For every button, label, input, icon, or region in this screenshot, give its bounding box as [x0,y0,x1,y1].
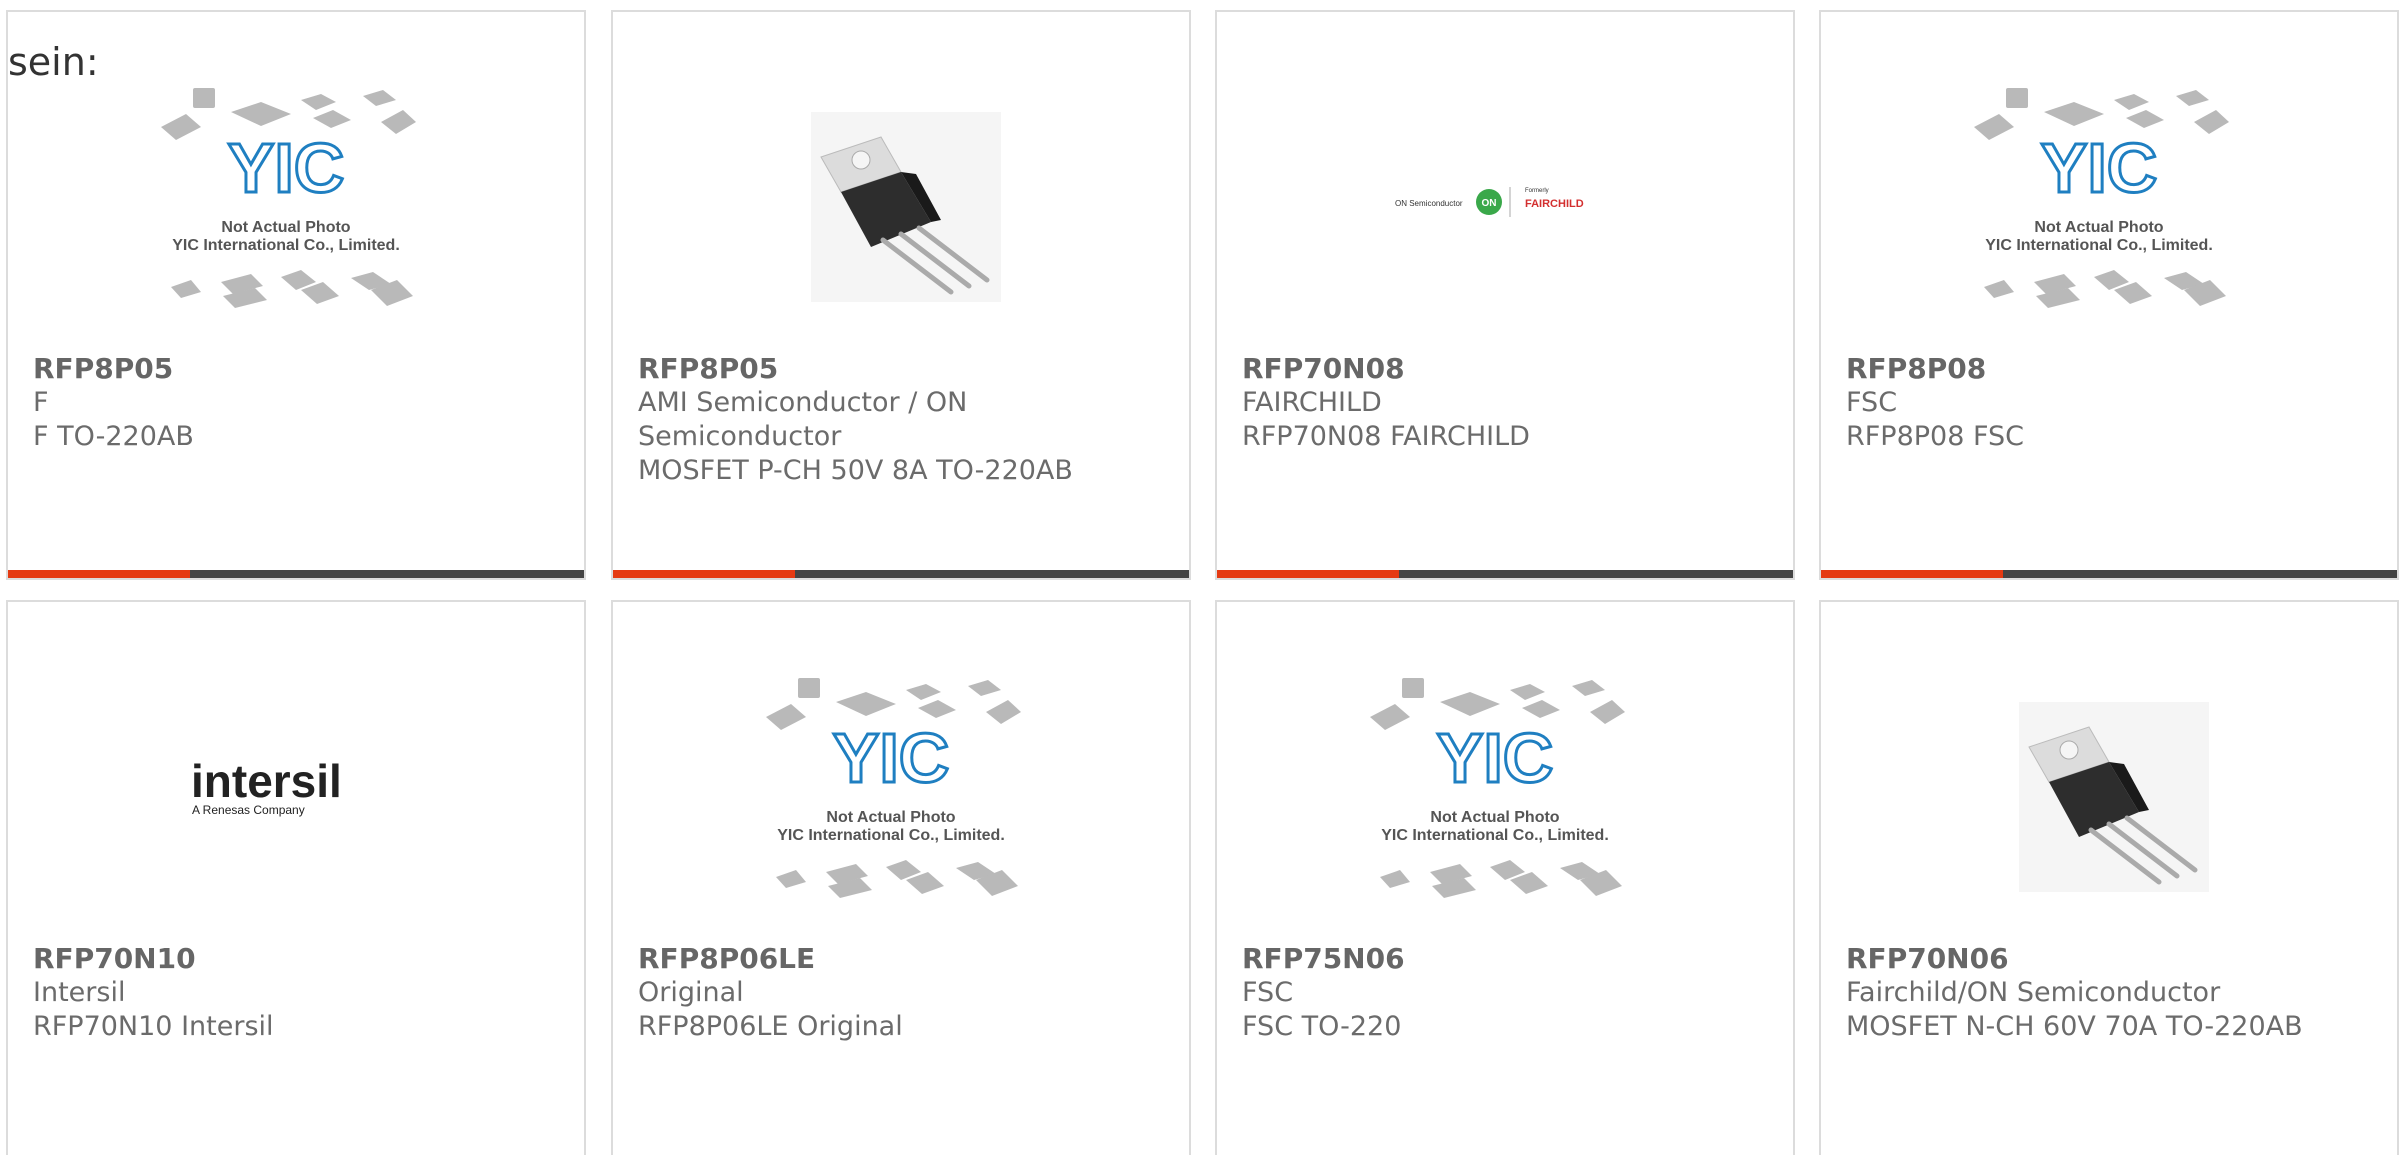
product-image-to220[interactable] [1821,642,2397,942]
svg-text:YIC: YIC [833,719,950,797]
svg-text:YIC: YIC [2041,129,2158,207]
product-card[interactable]: intersil A Renesas Company RFP70N10 Inte… [6,600,586,1155]
part-number[interactable]: RFP8P06LE [638,942,1149,976]
product-card[interactable]: ON Semiconductor ON Formerly FAIRCHILD R… [1215,10,1795,580]
product-card[interactable]: YIC Not Actual Photo YIC International C… [6,10,586,580]
product-card[interactable]: RFP70N06 Fairchild/ON Semiconductor MOSF… [1819,600,2399,1155]
card-bar [8,570,584,578]
product-image-to220[interactable] [613,52,1189,352]
product-image-placeholder[interactable]: YIC Not Actual Photo YIC International C… [8,52,584,352]
svg-text:ON Semiconductor: ON Semiconductor [1395,199,1463,208]
part-number[interactable]: RFP70N08 [1242,352,1753,386]
svg-text:ON: ON [1482,198,1497,209]
product-image-logo[interactable]: intersil A Renesas Company [8,642,584,942]
svg-text:YIC International Co., Limited: YIC International Co., Limited. [172,237,400,254]
brand: Original [638,977,744,1008]
description: FSC TO-220 [1242,1011,1402,1042]
to220-transistor-icon [2019,702,2209,892]
card-bar [1821,570,2397,578]
description: F TO-220AB [33,421,194,452]
product-image-placeholder[interactable]: YIC Not Actual Photo YIC International C… [1217,642,1793,942]
not-actual-photo-icon: YIC Not Actual Photo YIC International C… [161,88,416,308]
card-bar [613,570,1189,578]
not-actual-photo-icon: YIC Not Actual Photo YIC International C… [766,678,1021,898]
product-card[interactable]: RFP8P05 AMI Semiconductor / ON Semicondu… [611,10,1191,580]
description: RFP8P06LE Original [638,1011,903,1042]
card-bar-accent [1821,570,2003,578]
brand: FSC [1846,387,1898,418]
part-number[interactable]: RFP8P05 [638,352,1149,386]
svg-text:YIC International Co., Limited: YIC International Co., Limited. [1381,827,1609,844]
part-number[interactable]: RFP70N10 [33,942,544,976]
product-card[interactable]: YIC Not Actual Photo YIC International C… [1819,10,2399,580]
part-number[interactable]: RFP75N06 [1242,942,1753,976]
svg-text:Not Actual Photo: Not Actual Photo [826,809,955,826]
to220-transistor-icon [811,112,1001,302]
brand: Intersil [33,977,126,1008]
svg-text:YIC: YIC [1437,719,1554,797]
intersil-logo-icon: intersil A Renesas Company [191,755,342,817]
card-bar [1217,570,1793,578]
description: MOSFET P-CH 50V 8A TO-220AB [638,455,1073,486]
svg-text:YIC International Co., Limited: YIC International Co., Limited. [777,827,1005,844]
heading-fragment: sein: [8,40,99,84]
brand: F [33,387,49,418]
part-number[interactable]: RFP8P08 [1846,352,2357,386]
description: RFP8P08 FSC [1846,421,2025,452]
svg-text:A Renesas Company: A Renesas Company [192,803,305,817]
svg-text:YIC International Co., Limited: YIC International Co., Limited. [1985,237,2213,254]
brand: FSC [1242,977,1294,1008]
description: RFP70N10 Intersil [33,1011,274,1042]
card-bar-accent [1217,570,1399,578]
svg-text:FAIRCHILD: FAIRCHILD [1525,198,1584,210]
card-bar-accent [613,570,795,578]
not-actual-photo-icon: YIC Not Actual Photo YIC International C… [1974,88,2229,308]
svg-text:Not Actual Photo: Not Actual Photo [2034,219,2163,236]
brand: FAIRCHILD [1242,387,1382,418]
brand: AMI Semiconductor / ON Semiconductor [638,387,968,452]
product-image-placeholder[interactable]: YIC Not Actual Photo YIC International C… [1821,52,2397,352]
svg-text:Formerly: Formerly [1525,188,1549,194]
yic-brand-text: YIC [228,129,345,207]
product-grid-page: sein: YIC Not Actual Photo YIC Internati… [0,0,2400,1155]
product-card[interactable]: YIC Not Actual Photo YIC International C… [1215,600,1795,1155]
svg-text:intersil: intersil [191,755,342,807]
part-number[interactable]: RFP8P05 [33,352,544,386]
onsemi-fairchild-logo-icon: ON Semiconductor ON Formerly FAIRCHILD [1395,187,1584,217]
not-actual-photo-icon: YIC Not Actual Photo YIC International C… [1370,678,1625,898]
product-image-placeholder[interactable]: YIC Not Actual Photo YIC International C… [613,642,1189,942]
card-bar-accent [8,570,190,578]
part-number[interactable]: RFP70N06 [1846,942,2357,976]
brand: Fairchild/ON Semiconductor [1846,977,2221,1008]
svg-text:Not Actual Photo: Not Actual Photo [1430,809,1559,826]
product-image-logo[interactable]: ON Semiconductor ON Formerly FAIRCHILD [1217,52,1793,352]
description: RFP70N08 FAIRCHILD [1242,421,1530,452]
svg-text:Not Actual Photo: Not Actual Photo [221,219,350,236]
product-card[interactable]: YIC Not Actual Photo YIC International C… [611,600,1191,1155]
description: MOSFET N-CH 60V 70A TO-220AB [1846,1011,2303,1042]
